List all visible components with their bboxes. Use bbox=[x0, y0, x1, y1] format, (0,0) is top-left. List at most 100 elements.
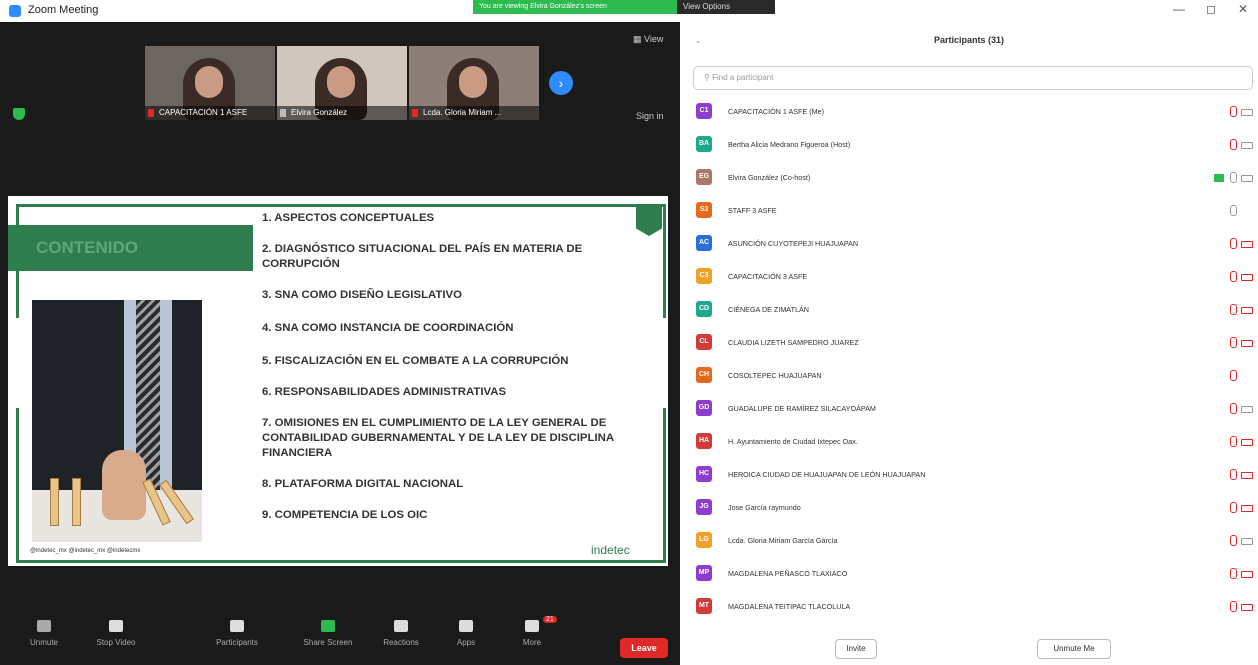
participant-row[interactable]: GD GUADALUPE DE RAMÍREZ SILACAYOÁPAM bbox=[696, 394, 1256, 427]
video-thumbnail[interactable]: Lcda. Gloria Miriam ... bbox=[409, 46, 539, 120]
apps-button[interactable]: Apps bbox=[436, 620, 496, 647]
participant-row[interactable]: MT MAGDALENA TEITIPAC TLACOLULA bbox=[696, 592, 1256, 625]
avatar: HA bbox=[696, 433, 712, 449]
content-item: 4. SNA COMO INSTANCIA DE COORDINACIÓN bbox=[262, 322, 514, 334]
avatar: S3 bbox=[696, 202, 712, 218]
thumbnail-name: Elvira González bbox=[277, 106, 407, 120]
sign-in-link[interactable]: Sign in bbox=[636, 111, 664, 121]
mic-muted-icon bbox=[1230, 271, 1237, 282]
video-off-icon bbox=[1241, 604, 1253, 611]
participant-row[interactable]: HA H. Ayuntamiento de Ciudad Ixtepec Oax. bbox=[696, 427, 1256, 460]
slide-section-title: CONTENIDO bbox=[8, 225, 253, 271]
slide-border bbox=[663, 408, 666, 563]
invite-button[interactable]: Invite bbox=[835, 639, 877, 659]
mic-muted-icon bbox=[1230, 601, 1237, 612]
video-off-icon bbox=[1241, 406, 1253, 413]
content-item: 1. ASPECTOS CONCEPTUALES bbox=[262, 212, 435, 224]
video-thumbnail[interactable]: CAPACITACIÓN 1 ASFE bbox=[145, 46, 275, 120]
content-item: 9. COMPETENCIA DE LOS OIC bbox=[262, 509, 428, 521]
photo-hand bbox=[102, 450, 146, 520]
screen-share-icon bbox=[1214, 174, 1224, 182]
mic-muted-icon bbox=[412, 109, 418, 117]
video-off-icon bbox=[1241, 472, 1253, 479]
participant-name: Bertha Alicia Medrano Figueroa (Host) bbox=[728, 140, 851, 149]
reactions-button[interactable]: Reactions bbox=[371, 620, 431, 647]
avatar: CH bbox=[696, 367, 712, 383]
mic-muted-icon bbox=[1230, 403, 1237, 414]
mic-muted-icon bbox=[148, 109, 154, 117]
avatar: AC bbox=[696, 235, 712, 251]
security-shield-icon[interactable] bbox=[13, 108, 25, 120]
participant-row[interactable]: AC ASUNCIÓN CUYOTEPEJI HUAJUAPAN bbox=[696, 229, 1256, 262]
share-screen-icon bbox=[321, 620, 335, 632]
stop-video-button[interactable]: Stop Video bbox=[86, 620, 146, 647]
more-button[interactable]: More bbox=[502, 620, 562, 647]
close-icon[interactable]: ✕ bbox=[1238, 2, 1248, 16]
slide-photo bbox=[32, 300, 202, 542]
participant-row[interactable]: MP MAGDALENA PEÑASCO TLAXIACO bbox=[696, 559, 1256, 592]
thumbnail-name: CAPACITACIÓN 1 ASFE bbox=[145, 106, 275, 120]
participants-button[interactable]: Participants bbox=[207, 620, 267, 647]
participant-face bbox=[459, 66, 487, 98]
video-camera-icon bbox=[109, 620, 123, 632]
slide-border bbox=[663, 204, 666, 318]
video-off-icon bbox=[1241, 241, 1253, 248]
participant-row[interactable]: CD CIÉNEGA DE ZIMATLÁN bbox=[696, 295, 1256, 328]
participant-row[interactable]: LG Lcda. Gloria Miriam García García bbox=[696, 526, 1256, 559]
participant-row[interactable]: BA Bertha Alicia Medrano Figueroa (Host) bbox=[696, 130, 1256, 163]
participant-name: CIÉNEGA DE ZIMATLÁN bbox=[728, 305, 809, 314]
content-list: 1. ASPECTOS CONCEPTUALES 2. DIAGNÓSTICO … bbox=[262, 208, 642, 523]
leave-button[interactable]: Leave bbox=[620, 638, 668, 658]
mic-muted-icon bbox=[1230, 436, 1237, 447]
participant-search-input[interactable]: ⚲ Find a participant bbox=[693, 66, 1253, 90]
participant-name: Lcda. Gloria Miriam García García bbox=[728, 536, 838, 545]
avatar: MT bbox=[696, 598, 712, 614]
thumbnail-name: Lcda. Gloria Miriam ... bbox=[409, 106, 539, 120]
unmute-me-button[interactable]: Unmute Me bbox=[1037, 639, 1111, 659]
reactions-icon bbox=[394, 620, 408, 632]
slide-border bbox=[16, 204, 666, 207]
avatar: JG bbox=[696, 499, 712, 515]
mic-muted-icon bbox=[1230, 370, 1237, 381]
mic-icon bbox=[280, 109, 286, 117]
participant-name: CAPACITACIÓN 3 ASFE bbox=[728, 272, 808, 281]
content-item: 8. PLATAFORMA DIGITAL NACIONAL bbox=[262, 478, 464, 490]
participant-name: COSOLTEPEC HUAJUAPAN bbox=[728, 371, 822, 380]
participant-row[interactable]: JG Jose García raymundo bbox=[696, 493, 1256, 526]
participant-row[interactable]: C3 CAPACITACIÓN 3 ASFE bbox=[696, 262, 1256, 295]
participant-row[interactable]: HC HEROICA CIUDAD DE HUAJUAPAN DE LEÓN HU… bbox=[696, 460, 1256, 493]
avatar: HC bbox=[696, 466, 712, 482]
participant-row[interactable]: S3 STAFF 3 ASFE bbox=[696, 196, 1256, 229]
participant-list: C1 CAPACITACIÓN 1 ASFE (Me) BA Bertha Alici… bbox=[696, 97, 1256, 625]
view-options-button[interactable]: View Options bbox=[677, 0, 775, 14]
participants-icon bbox=[230, 620, 244, 632]
participant-row[interactable]: C1 CAPACITACIÓN 1 ASFE (Me) bbox=[696, 97, 1256, 130]
video-thumbnail[interactable]: Elvira González bbox=[277, 46, 407, 120]
content-item: 7. OMISIONES EN EL CUMPLIMIENTO DE LA LE… bbox=[262, 417, 614, 459]
video-off-icon bbox=[1241, 505, 1253, 512]
minimize-icon[interactable]: — bbox=[1173, 2, 1185, 16]
video-off-icon bbox=[1241, 109, 1253, 116]
participant-name: Elvira González (Co-host) bbox=[728, 173, 811, 182]
participant-name: GUADALUPE DE RAMÍREZ SILACAYOÁPAM bbox=[728, 404, 876, 413]
more-icon bbox=[525, 620, 539, 632]
video-off-icon bbox=[1241, 340, 1253, 347]
next-page-icon[interactable]: › bbox=[549, 71, 573, 95]
photo-domino bbox=[72, 478, 81, 526]
meeting-area: CAPACITACIÓN 1 ASFE Elvira González Lcda… bbox=[0, 22, 680, 665]
unmute-button[interactable]: Unmute bbox=[14, 620, 74, 647]
mic-icon bbox=[1230, 172, 1237, 183]
share-screen-button[interactable]: Share Screen bbox=[298, 620, 358, 647]
participant-name: MAGDALENA PEÑASCO TLAXIACO bbox=[728, 569, 848, 578]
content-item: 6. RESPONSABILIDADES ADMINISTRATIVAS bbox=[262, 386, 507, 398]
participant-row[interactable]: CL CLAUDIA LIZETH SAMPEDRO JUAREZ bbox=[696, 328, 1256, 361]
indetec-logo: indetec bbox=[591, 543, 630, 557]
video-off-icon bbox=[1241, 307, 1253, 314]
participant-row[interactable]: EG Elvira González (Co-host) bbox=[696, 163, 1256, 196]
video-thumbnails: CAPACITACIÓN 1 ASFE Elvira González Lcda… bbox=[145, 46, 539, 120]
panel-title: Participants (31) bbox=[933, 35, 1005, 45]
participant-row[interactable]: CH COSOLTEPEC HUAJUAPAN bbox=[696, 361, 1256, 394]
mic-muted-icon bbox=[37, 620, 51, 632]
view-button[interactable]: ▦ View bbox=[633, 34, 663, 45]
maximize-icon[interactable]: ◻ bbox=[1206, 2, 1216, 16]
